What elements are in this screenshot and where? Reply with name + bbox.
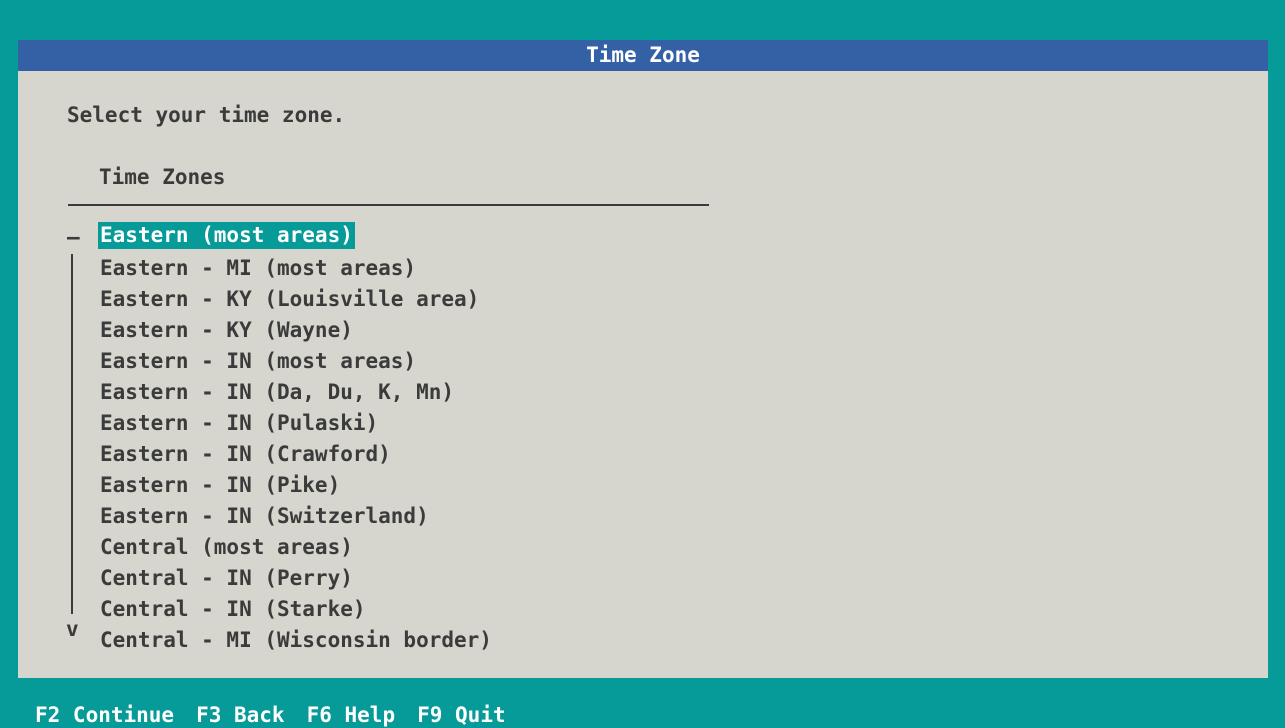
timezone-list-item[interactable]: Central (most areas) <box>98 532 494 563</box>
back-key[interactable]: F3 Back <box>196 702 285 728</box>
help-key[interactable]: F6 Help <box>307 702 396 728</box>
dialog-title: Time Zone <box>18 40 1268 71</box>
timezone-list-item[interactable]: Central - IN (Starke) <box>98 594 494 625</box>
timezone-list-item[interactable]: Eastern - IN (most areas) <box>98 346 494 377</box>
timezone-list-item[interactable]: Eastern - IN (Pulaski) <box>98 408 494 439</box>
timezone-list-item[interactable]: Eastern - KY (Louisville area) <box>98 284 494 315</box>
scrollbar-track[interactable] <box>71 254 73 614</box>
timezone-list-item[interactable]: Eastern - IN (Da, Du, K, Mn) <box>98 377 494 408</box>
timezone-list-item[interactable]: Eastern - KY (Wayne) <box>98 315 494 346</box>
function-key-bar: F2 Continue F3 Back F6 Help F9 Quit <box>0 678 1285 728</box>
timezone-list-item[interactable]: Central - MI (Wisconsin border) <box>98 625 494 656</box>
list-header: Time Zones <box>99 165 226 189</box>
timezone-list-item[interactable]: Eastern - IN (Crawford) <box>98 439 494 470</box>
timezone-list[interactable]: Eastern (most areas) Eastern - MI (most … <box>98 222 494 656</box>
list-header-divider <box>68 204 709 206</box>
dialog-prompt: Select your time zone. <box>67 103 346 127</box>
scroll-down-indicator[interactable]: v <box>66 614 79 645</box>
scroll-up-indicator[interactable]: — <box>67 222 80 253</box>
timezone-dialog: Time Zone Select your time zone. Time Zo… <box>18 40 1268 678</box>
continue-key[interactable]: F2 Continue <box>35 702 174 728</box>
timezone-list-item[interactable]: Eastern - IN (Switzerland) <box>98 501 494 532</box>
quit-key[interactable]: F9 Quit <box>417 702 506 728</box>
timezone-list-item[interactable]: Eastern - MI (most areas) <box>98 253 494 284</box>
timezone-option-selected[interactable]: Eastern (most areas) <box>98 222 355 249</box>
timezone-list-item[interactable]: Eastern - IN (Pike) <box>98 470 494 501</box>
timezone-list-item[interactable]: Eastern (most areas) <box>98 222 494 253</box>
timezone-list-item[interactable]: Central - IN (Perry) <box>98 563 494 594</box>
